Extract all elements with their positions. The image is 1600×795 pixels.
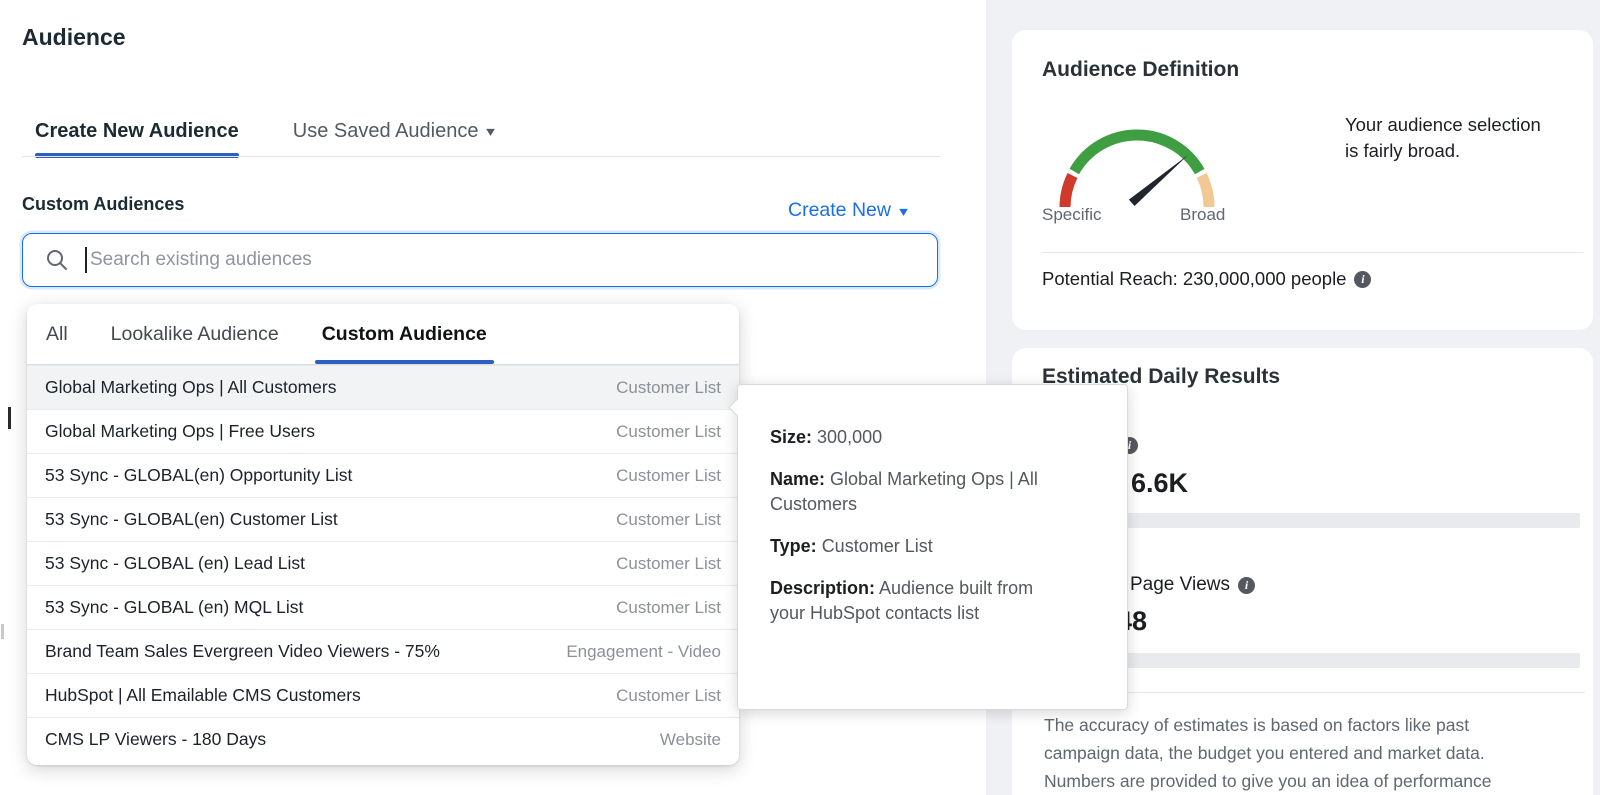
audience-list-item[interactable]: CMS LP Viewers - 180 Days Website: [27, 717, 739, 761]
dropdown-tab-all[interactable]: All: [46, 304, 68, 364]
page-title: Audience: [22, 24, 126, 51]
audience-name: 53 Sync - GLOBAL (en) MQL List: [45, 597, 303, 618]
audience-name: HubSpot | All Emailable CMS Customers: [45, 685, 361, 706]
tooltip-name-row: Name: Global Marketing Ops | All Custome…: [770, 467, 1072, 517]
custom-audiences-label: Custom Audiences: [22, 194, 184, 215]
audience-type: Customer List: [616, 378, 721, 398]
audience-name: 53 Sync - GLOBAL(en) Customer List: [45, 509, 338, 530]
audience-type: Engagement - Video: [566, 642, 721, 662]
audience-name: Global Marketing Ops | All Customers: [45, 377, 336, 398]
dropdown-tab-label: Lookalike Audience: [111, 323, 279, 346]
stray-text-cursor: [8, 407, 11, 429]
audience-list-item[interactable]: 53 Sync - GLOBAL (en) Lead List Customer…: [27, 541, 739, 585]
audience-tabs: Create New Audience Use Saved Audience ▾: [35, 105, 495, 157]
page-views-metric-label: Page Views i: [1130, 574, 1255, 596]
audience-type: Customer List: [616, 598, 721, 618]
audience-type: Customer List: [616, 422, 721, 442]
audience-list-item[interactable]: Global Marketing Ops | All Customers Cus…: [27, 365, 739, 409]
audience-definition-card: Audience Definition Specific Broad Your …: [1012, 30, 1593, 330]
audience-name: CMS LP Viewers - 180 Days: [45, 729, 266, 750]
tooltip-type-value: Customer List: [822, 536, 933, 556]
dropdown-tab-label: Custom Audience: [322, 323, 487, 346]
tooltip-name-label: Name:: [770, 469, 825, 489]
card-title: Audience Definition: [1042, 58, 1239, 82]
gauge-needle: [1129, 155, 1188, 206]
info-icon[interactable]: i: [1238, 577, 1255, 594]
tab-use-saved-audience[interactable]: Use Saved Audience ▾: [293, 105, 495, 157]
dropdown-tab-label: All: [46, 323, 68, 346]
potential-reach-text: Potential Reach: 230,000,000 people: [1042, 268, 1346, 290]
tabs-divider: [22, 156, 940, 157]
audience-dropdown: All Lookalike Audience Custom Audience G…: [27, 304, 739, 765]
card-divider: [1042, 252, 1583, 253]
stray-artifact: [1, 624, 4, 639]
gauge-segment-specific: [1065, 176, 1073, 208]
reach-metric-value: 6.6K: [1131, 468, 1188, 499]
audience-list-item[interactable]: Global Marketing Ops | Free Users Custom…: [27, 409, 739, 453]
info-icon[interactable]: i: [1354, 271, 1371, 288]
audience-list-item[interactable]: 53 Sync - GLOBAL(en) Opportunity List Cu…: [27, 453, 739, 497]
tooltip-size-value: 300,000: [817, 427, 882, 447]
tooltip-type-row: Type: Customer List: [770, 534, 1072, 559]
audience-search-box[interactable]: [22, 233, 938, 287]
audience-type: Customer List: [616, 686, 721, 706]
dropdown-tab-lookalike-audience[interactable]: Lookalike Audience: [111, 304, 279, 364]
audience-name: 53 Sync - GLOBAL (en) Lead List: [45, 553, 305, 574]
audience-breadth-message: Your audience selection is fairly broad.: [1345, 112, 1555, 164]
tooltip-size-row: Size: 300,000: [770, 425, 1072, 450]
tooltip-description-label: Description:: [770, 578, 875, 598]
tab-create-new-audience[interactable]: Create New Audience: [35, 105, 239, 157]
tab-label: Create New Audience: [35, 120, 239, 143]
gauge-dial: [1042, 110, 1237, 210]
tooltip-type-label: Type:: [770, 536, 817, 556]
page: Audience Create New Audience Use Saved A…: [0, 0, 1600, 795]
gauge-segment-broad: [1202, 175, 1209, 207]
gauge-segment-mid: [1074, 135, 1199, 172]
audience-detail-tooltip: Size: 300,000 Name: Global Marketing Ops…: [737, 384, 1128, 710]
tab-label: Use Saved Audience: [293, 120, 479, 143]
caret-down-icon: ▾: [487, 124, 496, 138]
audience-type: Customer List: [616, 466, 721, 486]
estimates-disclaimer: The accuracy of estimates is based on fa…: [1044, 711, 1549, 795]
audience-name: Brand Team Sales Evergreen Video Viewers…: [45, 641, 440, 662]
audience-type: Customer List: [616, 554, 721, 574]
text-cursor: [85, 247, 87, 273]
gauge-label-specific: Specific: [1042, 205, 1102, 225]
dropdown-tab-custom-audience[interactable]: Custom Audience: [322, 304, 487, 364]
search-input[interactable]: [90, 249, 937, 271]
audience-type: Website: [660, 730, 721, 750]
audience-definition-gauge: [1042, 110, 1237, 210]
audience-type: Customer List: [616, 510, 721, 530]
metric-label-text: Page Views: [1130, 574, 1230, 596]
caret-down-icon: ▾: [899, 204, 908, 218]
potential-reach: Potential Reach: 230,000,000 people i: [1042, 268, 1371, 290]
create-new-label: Create New: [788, 199, 891, 222]
audience-list-item[interactable]: 53 Sync - GLOBAL(en) Customer List Custo…: [27, 497, 739, 541]
create-new-link[interactable]: Create New ▾: [788, 199, 907, 222]
audience-list-item[interactable]: Brand Team Sales Evergreen Video Viewers…: [27, 629, 739, 673]
audience-list-item[interactable]: 53 Sync - GLOBAL (en) MQL List Customer …: [27, 585, 739, 629]
audience-list-item[interactable]: HubSpot | All Emailable CMS Customers Cu…: [27, 673, 739, 717]
tooltip-description-row: Description: Audience built from your Hu…: [770, 576, 1072, 626]
audience-name: Global Marketing Ops | Free Users: [45, 421, 315, 442]
search-icon: [45, 248, 69, 272]
dropdown-filter-tabs: All Lookalike Audience Custom Audience: [27, 304, 739, 365]
audience-name: 53 Sync - GLOBAL(en) Opportunity List: [45, 465, 352, 486]
tooltip-size-label: Size:: [770, 427, 812, 447]
gauge-label-broad: Broad: [1180, 205, 1225, 225]
